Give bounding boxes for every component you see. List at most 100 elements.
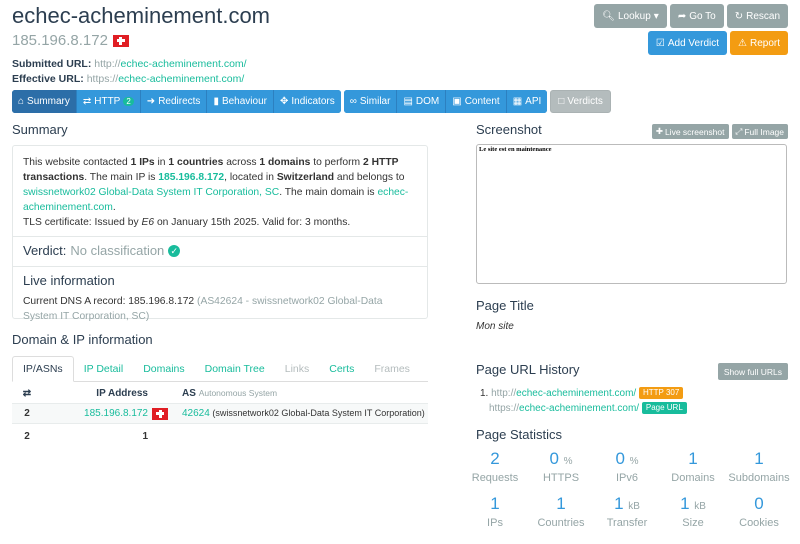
tab-redirects[interactable]: ➜ Redirects: [140, 90, 208, 113]
dns-record: Current DNS A record: 185.196.8.172 (AS4…: [23, 296, 383, 322]
verdict-row: Verdict: No classification ✓: [23, 243, 417, 258]
exchange-icon: ⇄: [22, 388, 32, 399]
tab-summary[interactable]: ⌂ Summary: [12, 90, 77, 113]
crosshairs-icon: ✥: [279, 96, 289, 107]
stat-cookies: 0 Cookies: [739, 494, 779, 529]
page-title-heading: Page Title: [476, 298, 534, 313]
file-icon: ▣: [452, 96, 462, 107]
col-ip-address: IP Address: [96, 388, 148, 399]
caret-down-icon: ▾: [653, 10, 659, 22]
check-circle-icon: ✓: [168, 244, 181, 257]
effective-url-link[interactable]: echec-acheminement.com/: [118, 73, 244, 85]
stat-ips: 1 IPs: [487, 494, 503, 529]
tab-http[interactable]: ⇄ HTTP 2: [76, 90, 141, 113]
lookup-button[interactable]: 🔍︎ Lookup ▾: [594, 4, 667, 28]
stats-row-1: 2 Requests 0 % HTTPS 0 % IPv6 1 Domains 1 …: [462, 449, 792, 484]
tab-behaviour[interactable]: ▮ Behaviour: [207, 90, 274, 113]
rescan-button[interactable]: ↻ Rescan: [726, 4, 788, 28]
qrcode-icon: ▦: [512, 96, 523, 107]
divider: [13, 236, 427, 237]
tab-domains[interactable]: Domains: [133, 356, 194, 381]
asn-link[interactable]: 42624: [182, 408, 210, 419]
screenshot-page-text: Le site est en maintenance: [479, 146, 552, 153]
submitted-url-link[interactable]: echec-acheminement.com/: [121, 58, 247, 70]
stat-subdomains: 1 Subdomains: [728, 449, 790, 484]
top-actions: 🔍︎ Lookup ▾ ➦ Go To ↻ Rescan: [594, 4, 788, 28]
verdict-value: No classification: [70, 243, 165, 258]
tab-ip-asns[interactable]: IP/ASNs: [12, 356, 74, 382]
tab-domain-tree[interactable]: Domain Tree: [195, 356, 275, 381]
exchange-icon: ⇄: [82, 96, 92, 107]
nav-group-secondary: ∞ Similar ▤ DOM ▣ Content ▦ API: [343, 90, 548, 113]
url-history-list: 1. http://echec-acheminement.com/ HTTP 3…: [480, 386, 687, 416]
link-icon: ∞: [349, 96, 357, 107]
ip-link[interactable]: 185.196.8.172: [84, 408, 148, 419]
page-title-value: Mon site: [476, 321, 514, 332]
page-url-badge: Page URL: [641, 402, 687, 415]
table-header: ⇄ IP Address AS Autonomous System: [12, 384, 428, 404]
switzerland-flag-icon: [112, 34, 129, 47]
history-url-link[interactable]: echec-acheminement.com/: [516, 388, 636, 399]
warning-icon: ⚠: [738, 37, 747, 49]
screenshot-heading: Screenshot: [476, 122, 542, 137]
ip-asn-table: ⇄ IP Address AS Autonomous System 2 185.…: [12, 384, 428, 448]
url-history-heading: Page URL History: [476, 362, 580, 377]
full-image-button[interactable]: ⤢ Full Image: [731, 124, 788, 139]
stat-ipv6: 0 % IPv6: [615, 449, 639, 484]
tab-content[interactable]: ▣ Content: [446, 90, 507, 113]
stats-row-2: 1 IPs 1 Countries 1 kB Transfer 1 kB Size …: [462, 494, 792, 529]
list-item: 1. http://echec-acheminement.com/ HTTP 3…: [480, 386, 687, 401]
tab-dom[interactable]: ▤ DOM: [397, 90, 447, 113]
screenshot-actions: ✚ Live screenshot ⤢ Full Image: [651, 124, 788, 139]
goto-button[interactable]: ➦ Go To: [669, 4, 724, 28]
add-verdict-button[interactable]: ☑ Add Verdict: [647, 31, 728, 55]
main-ip: 185.196.8.172: [12, 32, 129, 49]
screenshot-image[interactable]: [476, 144, 787, 284]
effective-url-proto: https://: [86, 73, 119, 85]
tab-certs[interactable]: Certs: [319, 356, 364, 381]
expand-icon: ⤢: [735, 126, 743, 136]
tab-similar[interactable]: ∞ Similar: [343, 90, 398, 113]
show-full-urls-button[interactable]: Show full URLs: [717, 363, 788, 380]
submitted-url-row: Submitted URL: http://echec-acheminement…: [12, 58, 247, 70]
tab-api[interactable]: ▦ API: [506, 90, 548, 113]
ip-text: 185.196.8.172: [12, 32, 108, 49]
report-button[interactable]: ⚠ Report: [730, 31, 788, 55]
submitted-url-label: Submitted URL:: [12, 58, 92, 70]
refresh-icon: ↻: [734, 10, 744, 22]
history-url-link[interactable]: echec-acheminement.com/: [519, 403, 639, 414]
page-stats-heading: Page Statistics: [476, 427, 562, 442]
summary-heading: Summary: [12, 122, 68, 137]
tab-links[interactable]: Links: [275, 356, 320, 381]
domain-ip-heading: Domain & IP information: [12, 332, 153, 347]
effective-url-label: Effective URL:: [12, 73, 84, 85]
table-footer: 2 1: [24, 430, 148, 442]
effective-url-row: Effective URL: https://echec-acheminemen…: [12, 73, 244, 85]
list-icon: ▤: [403, 96, 413, 107]
divider: [13, 266, 427, 267]
stat-size: 1 kB Size: [680, 494, 706, 529]
share-icon: ➦: [677, 10, 687, 22]
stat-countries: 1 Countries: [537, 494, 585, 529]
http-count-badge: 2: [123, 97, 134, 106]
list-item: https://echec-acheminement.com/ Page URL: [480, 401, 687, 416]
live-screenshot-button[interactable]: ✚ Live screenshot: [651, 124, 729, 139]
tab-indicators[interactable]: ✥ Indicators: [273, 90, 341, 113]
domain-ip-tabs: IP/ASNs IP Detail Domains Domain Tree Li…: [12, 356, 428, 382]
camera-icon: ✚: [655, 126, 663, 136]
summary-panel: This website contacted 1 IPs in 1 countr…: [12, 145, 428, 322]
search-icon: 🔍︎: [602, 10, 615, 22]
main-ip-link[interactable]: 185.196.8.172: [158, 172, 224, 183]
asn-link[interactable]: swissnetwork02 Global-Data System IT Cor…: [23, 187, 279, 198]
tab-verdicts[interactable]: □ Verdicts: [550, 90, 611, 113]
stat-domains: 1 Domains: [671, 449, 715, 484]
col-as: AS Autonomous System: [182, 388, 278, 399]
stat-transfer: 1 kB Transfer: [606, 494, 648, 529]
stat-https: 0 % HTTPS: [542, 449, 580, 484]
live-info-heading: Live information: [23, 273, 115, 288]
thumbs-up-icon: ☑: [655, 37, 665, 49]
tab-ip-detail[interactable]: IP Detail: [74, 356, 134, 381]
page-title: echec-acheminement.com: [12, 3, 271, 28]
tab-frames[interactable]: Frames: [364, 356, 420, 381]
home-icon: ⌂: [18, 96, 25, 107]
